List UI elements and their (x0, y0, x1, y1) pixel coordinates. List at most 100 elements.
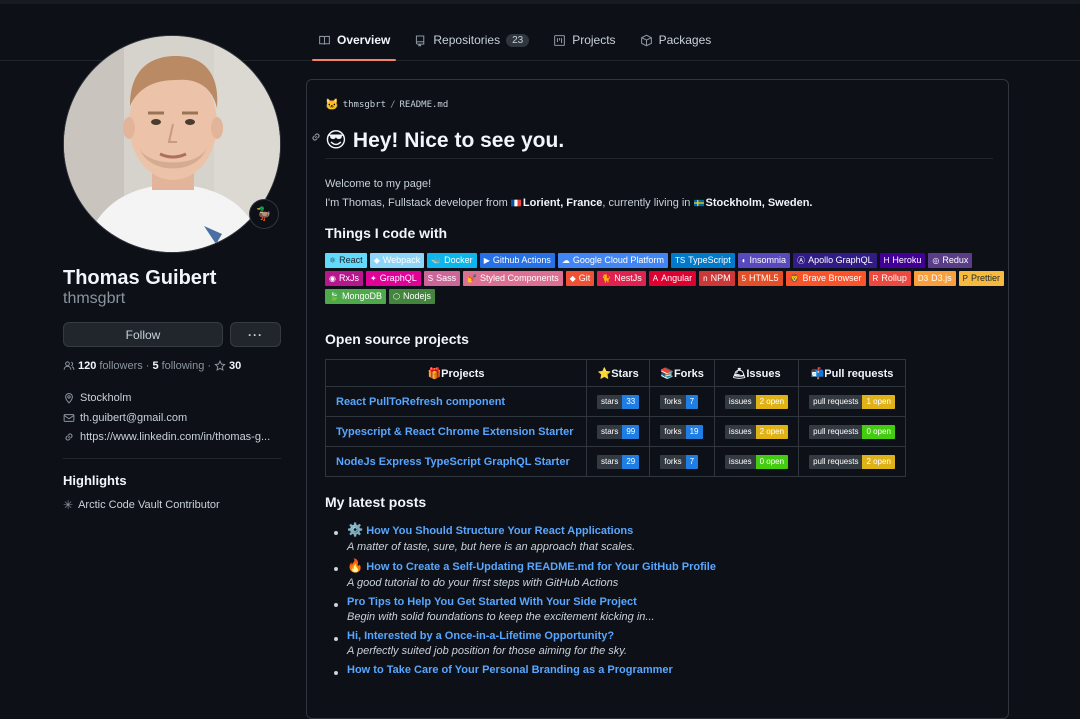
table-header-row: 🎁Projects ⭐Stars 📚Forks 🛎Issues 📬Pull reques… (325, 359, 906, 387)
readme-owner[interactable]: thmsgbrt (343, 100, 386, 110)
post-item: Pro Tips to Help You Get Started With Yo… (333, 594, 993, 623)
followers-count[interactable]: 120 (78, 360, 96, 372)
following-count[interactable]: 5 (152, 360, 158, 372)
tech-badge: D3 D3.js (913, 271, 956, 286)
pull-requests-shield[interactable]: pull requests 1 open (809, 394, 895, 409)
tab-repositories[interactable]: Repositories 23 (402, 20, 541, 60)
table-cell: issues 0 open (713, 446, 800, 477)
highlight-arctic-vault[interactable]: ✳ Arctic Code Vault Contributor (63, 498, 220, 512)
stars-shield[interactable]: stars 29 (597, 454, 640, 469)
badge-logo-icon: H (883, 256, 890, 265)
header-emoji: 📬 (810, 367, 825, 380)
post-title-row: How to Take Care of Your Personal Brandi… (347, 662, 993, 676)
badge-label: Styled Components (480, 273, 559, 283)
path-separator: / (390, 99, 396, 110)
anchor-link-icon[interactable] (310, 131, 322, 143)
posts-heading: My latest posts (325, 494, 427, 510)
header-emoji: 📚 (660, 367, 674, 380)
post-title-link[interactable]: How You Should Structure Your React Appl… (366, 525, 633, 537)
email-link[interactable]: th.guibert@gmail.com (80, 412, 187, 424)
badge-logo-icon: 🐈 (601, 274, 612, 283)
badge-label: MongoDB (341, 291, 382, 301)
project-link[interactable]: React PullToRefresh component (325, 386, 587, 417)
post-item: Hi, Interested by a Once-in-a-Lifetime O… (333, 628, 993, 657)
tech-badge: TS TypeScript (670, 253, 735, 268)
following-label[interactable]: following (162, 360, 205, 372)
followers-label[interactable]: followers (99, 360, 142, 372)
separator-dot: · (145, 360, 150, 372)
tab-packages[interactable]: Packages (628, 20, 724, 60)
tab-projects[interactable]: Projects (541, 20, 627, 60)
post-item: 🔥 How to Create a Self-Updating README.md… (333, 558, 993, 589)
tab-overview[interactable]: Overview (306, 20, 402, 61)
tech-badge: ⬡ Nodejs (389, 289, 435, 304)
badge-label: Brave Browser (802, 273, 862, 283)
pull-requests-shield[interactable]: pull requests 0 open (809, 424, 895, 439)
badge-label: Git (578, 273, 591, 283)
header-label: Projects (441, 367, 485, 380)
post-title-row: ⚙️ How You Should Structure Your React Ap… (347, 522, 993, 538)
shield-label: pull requests (809, 454, 863, 469)
location-text: Stockholm (80, 392, 132, 404)
tech-badge: 🍃 MongoDB (325, 289, 386, 304)
tech-badge: ◆ Webpack (369, 253, 425, 268)
things-heading: Things I code with (325, 225, 448, 241)
badge-logo-icon: 🦁 (789, 274, 800, 283)
separator-dot: · (207, 360, 212, 372)
readme-file[interactable]: README.md (399, 100, 448, 110)
post-description: A good tutorial to do your first steps w… (347, 577, 619, 589)
table-row: NodeJs Express TypeScript GraphQL Starte… (325, 446, 906, 477)
tech-badge: ☁ Google Cloud Platform (557, 253, 668, 268)
repo-count-badge: 23 (506, 33, 530, 47)
shield-label: issues (724, 454, 756, 469)
badge-label: Heroku (892, 255, 922, 265)
project-link[interactable]: Typescript & React Chrome Extension Star… (325, 416, 587, 447)
badge-logo-icon: ◐ (741, 256, 747, 265)
highlight-label: Arctic Code Vault Contributor (78, 499, 220, 511)
readme-heading: 😎 Hey! Nice to see you. (325, 128, 564, 153)
post-emoji: 🔥 (347, 558, 364, 573)
issues-shield[interactable]: issues 2 open (724, 424, 789, 439)
post-title-link[interactable]: How to Take Care of Your Personal Brandi… (347, 664, 673, 676)
more-options-button[interactable]: ··· (230, 322, 281, 347)
badge-logo-icon: D3 (917, 274, 929, 283)
book-icon (319, 35, 330, 45)
website-link[interactable]: https://www.linkedin.com/in/thomas-g... (80, 431, 270, 443)
smiley-icon: 🐱 (325, 98, 339, 111)
table-cell: stars 33 (585, 386, 651, 417)
issues-shield[interactable]: issues 0 open (724, 454, 789, 469)
post-title-link[interactable]: Pro Tips to Help You Get Started With Yo… (347, 596, 637, 608)
post-title-link[interactable]: Hi, Interested by a Once-in-a-Lifetime O… (347, 630, 614, 642)
stars-count[interactable]: 30 (229, 360, 241, 372)
avatar[interactable] (63, 35, 281, 253)
website-row: https://www.linkedin.com/in/thomas-g... (63, 431, 270, 443)
sweden-flag-icon (693, 199, 704, 207)
follow-button[interactable]: Follow (63, 322, 223, 347)
post-title-link[interactable]: How to Create a Self-Updating README.md … (366, 561, 716, 573)
badge-logo-icon: ◆ (373, 256, 380, 265)
forks-shield[interactable]: forks 19 (660, 424, 703, 439)
badge-logo-icon: A (652, 274, 659, 283)
forks-shield[interactable]: forks 7 (660, 394, 699, 409)
stars-shield[interactable]: stars 99 (597, 424, 640, 439)
stars-shield[interactable]: stars 33 (597, 394, 640, 409)
forks-shield[interactable]: forks 7 (660, 454, 699, 469)
badge-logo-icon: ◎ (932, 256, 940, 265)
project-link[interactable]: NodeJs Express TypeScript GraphQL Starte… (325, 446, 587, 477)
table-cell: stars 99 (585, 416, 651, 447)
table-header-cell: 🛎Issues (713, 359, 800, 387)
tech-badge: ◆ Git (565, 271, 595, 286)
tech-badge: ▶ Github Actions (479, 253, 555, 268)
issues-shield[interactable]: issues 2 open (724, 394, 789, 409)
tech-badge: 💅 Styled Components (463, 271, 563, 286)
tab-label: Repositories (433, 33, 501, 47)
tech-badge: 5 HTML5 (737, 271, 783, 286)
status-emoji-button[interactable]: 🦆 (249, 199, 279, 229)
badge-logo-icon: 🍃 (329, 292, 339, 301)
table-header-cell: ⭐Stars (585, 359, 651, 387)
shield-label: stars (597, 394, 623, 409)
intro-line: I'm Thomas, Fullstack developer from Lor… (325, 194, 812, 213)
sunglasses-emoji: 😎 (325, 129, 347, 152)
pull-requests-shield[interactable]: pull requests 2 open (809, 454, 895, 469)
badge-label: Docker (444, 255, 473, 265)
